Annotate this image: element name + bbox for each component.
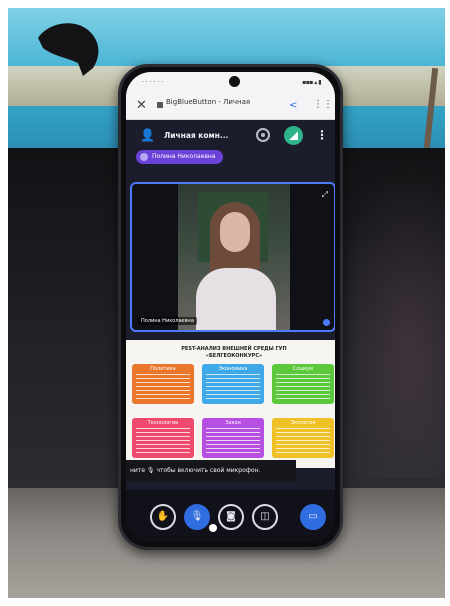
mic-status-icon xyxy=(323,319,330,326)
slide-card-social: Социум xyxy=(272,364,334,404)
user-icon[interactable]: 👤 xyxy=(140,128,155,142)
slide-card-ecology: Экология xyxy=(272,418,334,458)
slide-title: PEST-АНАЛИЗ ВНЕШНЕЙ СРЕДЫ ГУП «БЕЛГЕОКОН… xyxy=(154,346,314,359)
speaker-name: Полина Николаевна xyxy=(138,317,197,325)
slide-title-line2: «БЕЛГЕОКОНКУРС» xyxy=(205,352,263,359)
screen-share-icon[interactable]: ◫ xyxy=(252,504,278,530)
more-vertical-icon[interactable]: ⋮ xyxy=(316,128,328,142)
presentation-icon[interactable]: ▭ xyxy=(300,504,326,530)
slide-card-label: Технологии xyxy=(147,420,179,426)
user-chip[interactable]: Полина Николаевна xyxy=(136,150,224,164)
slide-card-label: Социум xyxy=(293,366,313,372)
slide-card-text xyxy=(276,428,330,454)
microphone-status-dot xyxy=(209,524,217,532)
phone-screen: · · · · · · ▪▪▪ ▴ ▮ ✕ BigBlueButton - Ли… xyxy=(126,72,335,542)
slide-card-politics: Политика xyxy=(132,364,194,404)
meeting-header: 👤 Личная комн... ⋮ Полина Николаевна xyxy=(126,120,335,168)
signal-icon[interactable] xyxy=(284,126,303,145)
status-bar: · · · · · · ▪▪▪ ▴ ▮ xyxy=(126,72,335,92)
expand-icon[interactable]: ⤢ xyxy=(322,190,328,200)
browser-toolbar: ✕ BigBlueButton - Личная < ⋮⋮ xyxy=(126,92,335,120)
webcam-video[interactable]: ⤢ Полина Николаевна xyxy=(130,182,335,332)
crow-figure-icon xyxy=(38,23,99,76)
menu-icon[interactable]: ⋮⋮ xyxy=(313,99,333,110)
user-avatar xyxy=(140,153,148,161)
slide-card-law: Закон xyxy=(202,418,264,458)
slide-card-text xyxy=(136,374,190,400)
microphone-icon[interactable]: 🎙 xyxy=(184,504,210,530)
room-name: Личная комн... xyxy=(164,131,229,140)
status-icons: ▪▪▪ ▴ ▮ xyxy=(302,79,321,86)
controls-bar: ✋ 🎙 ◙ ◫ ▭ xyxy=(126,490,335,542)
close-icon[interactable]: ✕ xyxy=(136,98,147,113)
slide-card-economy: Экономика xyxy=(202,364,264,404)
presentation-slide[interactable]: PEST-АНАЛИЗ ВНЕШНЕЙ СРЕДЫ ГУП «БЕЛГЕОКОН… xyxy=(126,340,335,468)
microphone-tooltip: ните 🎙 чтобы включить свой микрофон. xyxy=(126,460,296,482)
slide-card-label: Закон xyxy=(225,420,241,426)
speaker-body xyxy=(196,268,276,330)
speaker-face xyxy=(220,212,250,252)
slide-card-label: Экология xyxy=(290,420,316,426)
slide-card-technology: Технологии xyxy=(132,418,194,458)
user-chip-label: Полина Николаевна xyxy=(152,153,216,160)
lock-icon xyxy=(157,102,163,108)
share-icon[interactable]: < xyxy=(289,100,297,111)
status-time: · · · · · · xyxy=(142,79,163,86)
camera-off-icon[interactable]: ◙ xyxy=(218,504,244,530)
raise-hand-icon[interactable]: ✋ xyxy=(150,504,176,530)
browser-tab-title: BigBlueButton - Личная xyxy=(166,98,251,106)
desk-reflection xyxy=(325,158,445,478)
slide-card-label: Экономика xyxy=(218,366,248,372)
front-camera xyxy=(229,76,240,87)
slide-card-label: Политика xyxy=(150,366,176,372)
record-icon[interactable] xyxy=(256,128,270,142)
slide-card-text xyxy=(206,374,260,400)
slide-card-text xyxy=(206,428,260,454)
slide-card-text xyxy=(276,374,330,400)
slide-card-text xyxy=(136,428,190,454)
phone: · · · · · · ▪▪▪ ▴ ▮ ✕ BigBlueButton - Ли… xyxy=(118,64,343,550)
